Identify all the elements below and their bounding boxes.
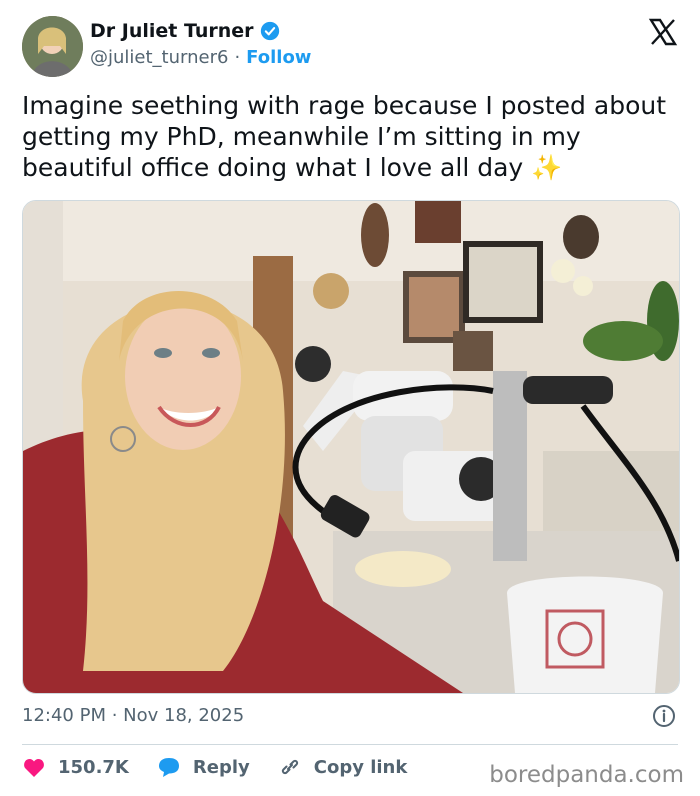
author-name[interactable]: Dr Juliet Turner xyxy=(90,20,280,42)
author-handle-row: @juliet_turner6 · Follow xyxy=(90,47,311,68)
tweet-timestamp[interactable]: 12:40 PM · Nov 18, 2025 xyxy=(22,705,244,726)
info-icon[interactable] xyxy=(652,704,676,728)
tweet-text: Imagine seething with rage because I pos… xyxy=(22,90,682,183)
copy-link-button[interactable]: Copy link xyxy=(278,755,408,779)
author-avatar[interactable] xyxy=(22,16,83,77)
tweet-actions: 150.7K Reply Copy link xyxy=(22,755,407,779)
like-count: 150.7K xyxy=(58,756,129,778)
author-handle[interactable]: @juliet_turner6 xyxy=(90,47,228,68)
like-button[interactable]: 150.7K xyxy=(22,756,129,778)
tweet-body: Imagine seething with rage because I pos… xyxy=(22,91,667,182)
handle-separator: · xyxy=(234,47,241,68)
reply-button[interactable]: Reply xyxy=(157,756,250,778)
copy-link-label: Copy link xyxy=(313,756,408,778)
watermark: boredpanda.com xyxy=(489,762,684,788)
follow-button[interactable]: Follow xyxy=(246,47,311,68)
chat-bubble-icon xyxy=(158,758,179,777)
sparkles-emoji: ✨ xyxy=(531,153,563,182)
author-name-text[interactable]: Dr Juliet Turner xyxy=(90,20,254,42)
divider xyxy=(22,744,678,745)
verified-badge-icon xyxy=(260,21,279,41)
tweet-photo[interactable] xyxy=(22,200,680,694)
link-icon xyxy=(281,759,298,775)
reply-label: Reply xyxy=(192,756,250,778)
heart-icon xyxy=(24,759,44,777)
x-logo-icon[interactable] xyxy=(648,17,678,47)
